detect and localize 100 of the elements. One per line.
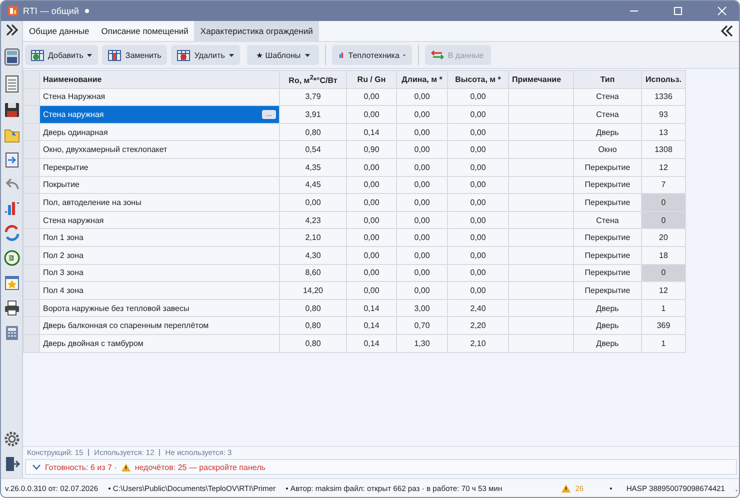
table-cell: 0,00 [448, 176, 508, 194]
table-cell: 0,14 [346, 334, 396, 352]
table-cell: 12 [642, 282, 686, 300]
table-cell: 0 [642, 264, 686, 282]
exit-icon[interactable] [4, 456, 20, 472]
table-cell: 0,00 [396, 176, 448, 194]
toolbar-button[interactable]: Заменить [102, 45, 168, 65]
table-cell: 0 [642, 194, 686, 212]
table-cell: 0,90 [346, 140, 396, 158]
undo-icon[interactable] [4, 177, 20, 191]
document-icon[interactable] [4, 75, 20, 93]
table-cell: 2,10 [448, 334, 508, 352]
table-cell: 0,00 [396, 228, 448, 246]
table-cell: 0,00 [346, 158, 396, 176]
table-cell: 1 [642, 299, 686, 317]
table-cell: 1,30 [396, 334, 448, 352]
table-cell: Дверь двойная с тамбуром [40, 334, 280, 352]
table-cell: 0,00 [448, 88, 508, 106]
table-cell: 0,00 [396, 123, 448, 141]
table-cell: 18 [642, 246, 686, 264]
table-cell: Перекрытие [574, 176, 642, 194]
maximize-button[interactable] [673, 6, 683, 16]
chevron-icon[interactable] [32, 464, 41, 470]
table-cell: 0,00 [396, 140, 448, 158]
column-header[interactable]: Высота, м * [448, 70, 508, 88]
toolbar-button[interactable]: Теплотехника [332, 45, 412, 65]
table-cell: 0,00 [448, 140, 508, 158]
warning-icon [120, 462, 131, 472]
table-cell: 0,00 [448, 158, 508, 176]
table-cell: Перекрытие [574, 194, 642, 212]
toolbar-button[interactable]: Добавить [25, 45, 98, 65]
close-button[interactable] [717, 6, 727, 16]
folder-icon[interactable] [4, 127, 20, 143]
table-cell: 4,35 [280, 158, 346, 176]
tab[interactable]: Общие данные [23, 21, 96, 41]
table-cell: 13 [642, 123, 686, 141]
table-cell: Дверь балконная со спаренным переплётом [40, 316, 280, 334]
table-cell: 0,00 [448, 282, 508, 300]
table-cell: 2,40 [448, 299, 508, 317]
refresh-icon[interactable] [4, 225, 20, 241]
toolbar-button[interactable]: ★ Шаблоны [246, 45, 319, 65]
table-cell: 8,60 [280, 264, 346, 282]
collapse-icon[interactable] [720, 24, 734, 38]
table-cell: 93 [642, 106, 686, 124]
table-cell: 0,80 [280, 334, 346, 352]
column-header[interactable]: Длина, м * [396, 70, 448, 88]
expand-icon[interactable] [4, 23, 18, 37]
column-header[interactable]: Ru / Gн [346, 70, 396, 88]
printer-icon[interactable] [4, 300, 20, 316]
transfer-icon [430, 50, 444, 60]
readiness-text: Готовность: 6 из 7 · [45, 462, 117, 472]
table-cell: 0,00 [396, 88, 448, 106]
table-cell: Дверь [574, 123, 642, 141]
table-cell: Окно [574, 140, 642, 158]
table-cell: Стена [574, 211, 642, 229]
table-cell: 1336 [642, 88, 686, 106]
table-icon [177, 50, 190, 60]
column-header[interactable]: Ro, м$^{2}$*°C/Вт [280, 70, 346, 88]
table-cell: Дверь [574, 299, 642, 317]
tab[interactable]: Описание помещений [95, 21, 194, 41]
table-cell: 0,00 [448, 123, 508, 141]
table-cell: Пол 1 зона [40, 228, 280, 246]
warning-icon [561, 484, 572, 492]
table-cell: 0,00 [346, 194, 396, 212]
tab[interactable]: Характеристика ограждений [194, 21, 319, 41]
table-cell: 0,00 [346, 246, 396, 264]
column-header[interactable]: Тип [574, 70, 642, 88]
table-cell: Перекрытие [574, 264, 642, 282]
settings-icon[interactable] [4, 431, 20, 447]
table-cell: Дверь [574, 334, 642, 352]
energy-passport-icon[interactable] [4, 250, 20, 266]
table-cell: Перекрытие [574, 158, 642, 176]
table-icon [31, 50, 44, 60]
table-cell: 1308 [642, 140, 686, 158]
table-cell: Пол 2 зона [40, 246, 280, 264]
table-cell: 0,00 [448, 264, 508, 282]
table-cell: 0,80 [280, 316, 346, 334]
table-cell: Пол, автоделение на зоны [40, 194, 280, 212]
table-cell: 0,00 [396, 211, 448, 229]
table-cell: 0,00 [448, 211, 508, 229]
table-cell: 1 [642, 334, 686, 352]
table-cell: 0,80 [280, 299, 346, 317]
table-cell: Стена [574, 88, 642, 106]
favorites-icon[interactable] [4, 275, 20, 291]
readiness-panel[interactable]: Готовность: 6 из 7 · недочётов: 25 — раскройте панель [25, 459, 737, 475]
table-cell: 0,00 [448, 246, 508, 264]
table-cell: 0,00 [448, 106, 508, 124]
toolbar-button[interactable]: Удалить [171, 45, 240, 65]
column-header[interactable]: Примечание [508, 70, 574, 88]
table-cell: Стена Наружная [40, 88, 280, 106]
table-cell: Перекрытие [574, 282, 642, 300]
column-header[interactable]: Использ. [642, 70, 686, 88]
save-icon[interactable] [4, 102, 20, 118]
column-header[interactable]: Наименование [40, 70, 280, 88]
table-cell: Перекрытие [40, 158, 280, 176]
import-icon[interactable] [4, 152, 20, 168]
table-cell: 2,20 [448, 316, 508, 334]
table-cell: Пол 3 зона [40, 264, 280, 282]
table-cell: 0,54 [280, 140, 346, 158]
table-cell: Стена [574, 106, 642, 124]
